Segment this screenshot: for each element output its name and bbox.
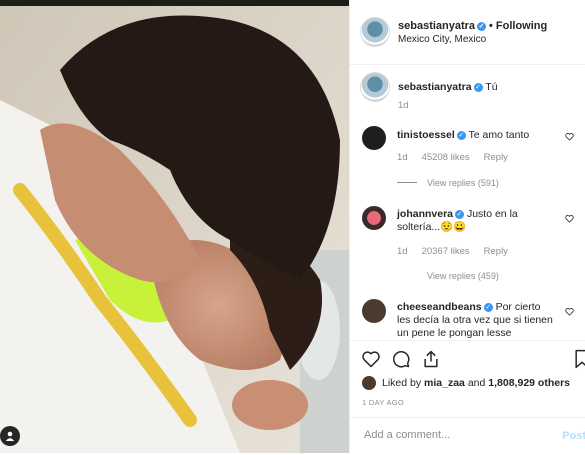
comment-username[interactable]: cheeseandbeans <box>397 301 482 313</box>
tagged-users-button[interactable] <box>0 426 20 446</box>
post-photo[interactable] <box>0 0 349 453</box>
verified-icon: ✓ <box>477 22 487 31</box>
comment-icon[interactable] <box>391 349 411 369</box>
comment-input[interactable] <box>362 428 546 442</box>
caption-avatar[interactable] <box>361 73 389 101</box>
liked-user[interactable]: mia_zaa <box>424 377 465 389</box>
comment-username[interactable]: johannvera <box>397 208 453 220</box>
post-actions: Liked by mia_zaa and 1,808,929 others 1 … <box>350 340 585 454</box>
heart-icon[interactable] <box>565 214 574 223</box>
person-icon <box>5 431 15 441</box>
verified-icon: ✓ <box>456 131 466 140</box>
commenter-avatar[interactable] <box>362 206 386 230</box>
author-avatar[interactable] <box>361 18 389 46</box>
liked-count[interactable]: 1,808,929 others <box>488 377 570 389</box>
reply-button[interactable]: Reply <box>484 152 508 163</box>
comment-likes[interactable]: 20367 likes <box>422 246 470 257</box>
comment-text: johannvera ✓ Justo en la soltería...😟😀 <box>397 208 547 234</box>
comment-meta: 1d 45208 likes Reply <box>397 152 522 163</box>
comments-list[interactable]: sebastianyatra ✓ Tú 1d tinistoessel ✓ Te a… <box>350 65 585 340</box>
view-replies-button[interactable]: View replies (591) <box>397 178 499 188</box>
caption-text: sebastianyatra ✓ Tú <box>398 81 558 94</box>
view-replies-label: View replies (591) <box>427 178 499 188</box>
commenter-avatar[interactable] <box>362 126 386 150</box>
author-username[interactable]: sebastianyatra <box>398 20 475 32</box>
reply-button[interactable]: Reply <box>484 246 508 257</box>
liked-prefix: Liked by <box>382 377 422 389</box>
location-link[interactable]: Mexico City, Mexico <box>398 34 486 45</box>
add-comment-bar: Post <box>350 417 585 455</box>
post-comment-button[interactable]: Post <box>562 430 585 442</box>
comment-time[interactable]: 1d <box>397 246 408 257</box>
author-line: sebastianyatra ✓ • Following <box>398 20 547 32</box>
commenter-avatar[interactable] <box>362 299 386 323</box>
verified-icon: ✓ <box>455 210 465 219</box>
comment-likes[interactable]: 45208 likes <box>422 152 470 163</box>
view-replies-button[interactable]: View replies (459) <box>397 271 499 281</box>
comment-text: cheeseandbeans ✓ Por cierto les decía la … <box>397 301 555 340</box>
heart-icon[interactable] <box>565 132 574 141</box>
comment-time[interactable]: 1d <box>398 100 409 111</box>
liked-by-line: Liked by mia_zaa and 1,808,929 others <box>362 376 570 390</box>
like-heart-icon[interactable] <box>361 349 381 369</box>
liked-by-avatar[interactable] <box>362 376 376 390</box>
replies-line <box>397 182 417 183</box>
verified-icon: ✓ <box>483 303 493 312</box>
following-button[interactable]: Following <box>496 20 547 32</box>
comment-username[interactable]: tinistoessel <box>397 129 455 141</box>
heart-icon[interactable] <box>565 307 574 316</box>
liked-and: and <box>467 377 486 389</box>
comment-username[interactable]: sebastianyatra <box>398 81 472 93</box>
comment-body: Tú <box>485 81 498 93</box>
comment-body: Te amo tanto <box>468 129 530 141</box>
post-date[interactable]: 1 DAY AGO <box>362 398 404 407</box>
photo-illustration <box>0 0 349 453</box>
separator-dot: • <box>489 20 493 32</box>
post-side-panel: sebastianyatra ✓ • Following Mexico City, M… <box>349 0 585 453</box>
share-icon[interactable] <box>421 349 441 369</box>
comment-text: tinistoessel ✓ Te amo tanto <box>397 129 557 142</box>
comment-meta: 1d 20367 likes Reply <box>397 246 522 257</box>
view-replies-label: View replies (459) <box>427 271 499 281</box>
verified-icon: ✓ <box>473 83 483 92</box>
replies-line <box>397 275 417 276</box>
post-header: sebastianyatra ✓ • Following Mexico City, M… <box>350 0 585 65</box>
comment-meta: 1d <box>398 100 423 111</box>
bookmark-icon[interactable] <box>572 349 585 369</box>
comment-time[interactable]: 1d <box>397 152 408 163</box>
